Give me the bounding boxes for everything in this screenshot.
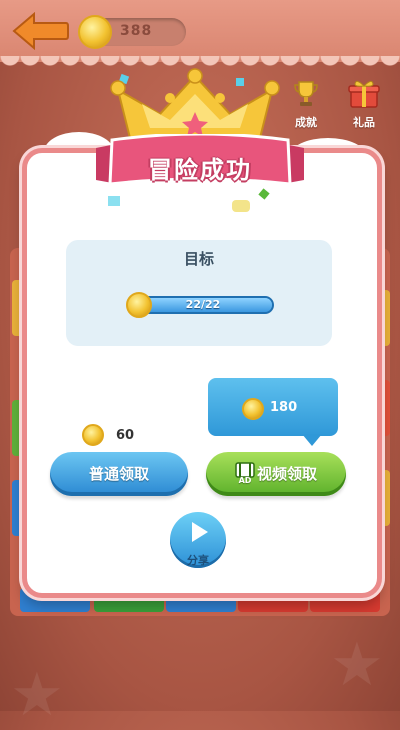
dialog-title: 冒险成功 xyxy=(148,156,252,184)
star-coin-icon xyxy=(126,292,152,318)
video-reward-amount: 180 xyxy=(270,400,298,415)
normal-claim-label: 普通领取 xyxy=(88,465,149,483)
share-button[interactable]: 分享 xyxy=(170,512,226,568)
coin-icon xyxy=(78,15,112,49)
confetti xyxy=(108,196,120,206)
achievements-button[interactable]: 成就 xyxy=(284,78,328,130)
background-star: ★ xyxy=(10,660,64,730)
trophy-icon xyxy=(294,81,318,106)
coin-counter: 388 xyxy=(78,15,186,49)
coin-count: 388 xyxy=(120,23,153,39)
normal-reward: 60 xyxy=(82,424,162,448)
achievements-label: 成就 xyxy=(295,116,317,129)
back-button[interactable] xyxy=(12,11,70,51)
gifts-button[interactable]: 礼品 xyxy=(342,78,386,130)
coin-icon xyxy=(82,424,104,446)
normal-claim-button[interactable]: 普通领取 xyxy=(50,452,188,496)
ad-badge: AD xyxy=(238,475,252,485)
target-progress-bar: 22/22 xyxy=(132,296,274,314)
gift-icon xyxy=(348,80,380,108)
back-arrow-icon xyxy=(12,11,69,51)
coin-icon xyxy=(242,398,264,420)
target-title: 目标 xyxy=(183,250,214,268)
normal-reward-amount: 60 xyxy=(116,428,135,443)
share-label: 分享 xyxy=(187,554,209,567)
video-claim-button[interactable]: AD 视频领取 xyxy=(206,452,346,496)
title-banner: 冒险成功 xyxy=(96,134,304,192)
video-reward-bubble: 180 xyxy=(206,376,340,438)
bubble-tail xyxy=(302,434,322,446)
play-icon xyxy=(192,522,208,542)
background-star: ★ xyxy=(330,630,384,700)
confetti xyxy=(232,200,250,212)
video-ad-icon: AD xyxy=(235,461,255,488)
target-panel: 目标 22/22 xyxy=(66,240,332,346)
video-claim-label: 视频领取 xyxy=(256,465,317,483)
progress-text: 22/22 xyxy=(185,298,221,311)
gifts-label: 礼品 xyxy=(353,116,375,129)
